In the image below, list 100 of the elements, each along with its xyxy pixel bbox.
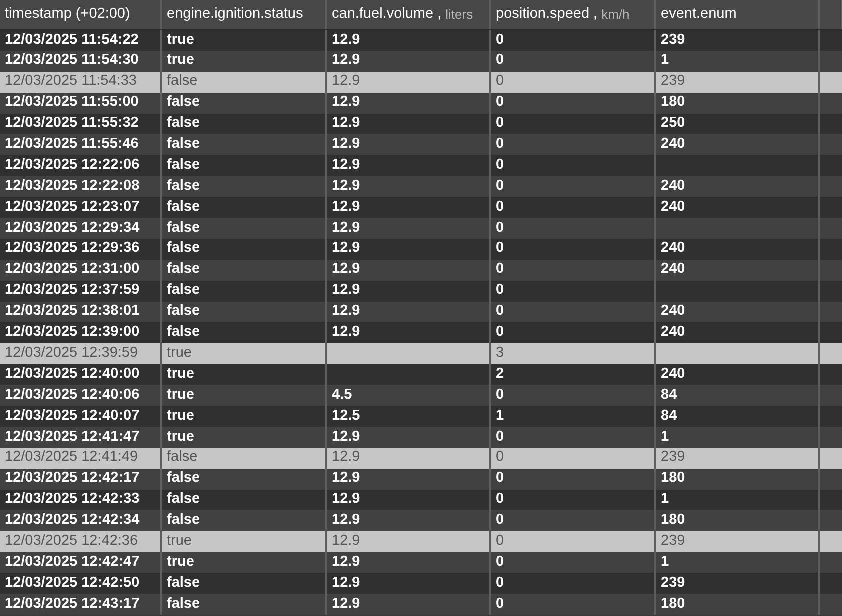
table-cell-text: 12.9 bbox=[332, 511, 360, 530]
table-cell-text: 240 bbox=[661, 364, 686, 384]
table-cell-text: 12.9 bbox=[332, 51, 360, 70]
table-cell-text: 0 bbox=[496, 72, 504, 92]
table-cell-text: 12.9 bbox=[332, 469, 360, 488]
table-cell-text: false bbox=[167, 511, 200, 530]
table-cell-text: 12.9 bbox=[332, 239, 360, 258]
table-cell-text: 12.5 bbox=[332, 406, 360, 426]
table-cell-text: 12/03/2025 12:40:07 bbox=[5, 406, 140, 426]
table-cell-text: 0 bbox=[496, 323, 504, 342]
table-cell-text: false bbox=[167, 260, 200, 280]
table-cell-text: 12.9 bbox=[332, 552, 360, 572]
table-cell-text: 12/03/2025 12:41:49 bbox=[5, 448, 138, 468]
table-cell-text: 12/03/2025 12:40:00 bbox=[5, 364, 140, 384]
table-cell-text: 250 bbox=[661, 114, 686, 134]
table-cell-text: 12/03/2025 12:42:33 bbox=[5, 490, 140, 510]
table-cell-text: 12/03/2025 12:29:34 bbox=[5, 218, 140, 238]
table-cell-text: 12.9 bbox=[332, 428, 360, 446]
table-cell-text: 0 bbox=[496, 198, 504, 217]
table-cell-text: 12.9 bbox=[332, 594, 360, 614]
table-cell-text: 0 bbox=[496, 260, 504, 280]
table-cell-text: false bbox=[167, 72, 198, 92]
table-cell-text: 12/03/2025 12:31:00 bbox=[5, 260, 140, 280]
table-cell-text: true bbox=[167, 428, 194, 446]
table-cell-text: 12/03/2025 12:43:17 bbox=[5, 594, 140, 614]
table-cell-text: 12.9 bbox=[332, 176, 360, 196]
table-cell-text: 239 bbox=[661, 574, 686, 593]
table-cell-text: 84 bbox=[661, 386, 678, 405]
table-cell-text: 0 bbox=[496, 532, 504, 551]
table-cell-text: true bbox=[167, 386, 194, 405]
table-cell-text: false bbox=[167, 594, 200, 614]
table-cell-text: 0 bbox=[496, 490, 504, 510]
table-cell-text: 1 bbox=[661, 51, 670, 70]
table-cell-text: true bbox=[167, 406, 194, 426]
table-cell-text: 12.9 bbox=[332, 260, 360, 280]
table-cell-text: true bbox=[167, 51, 194, 70]
table-cell-text: 0 bbox=[496, 511, 504, 530]
table-cell-text: 240 bbox=[661, 176, 686, 196]
table-cell-text: 3 bbox=[496, 344, 504, 363]
table-cell-text: 239 bbox=[661, 532, 686, 551]
table-cell-text: 12.9 bbox=[332, 323, 360, 342]
table-cell-text: 12.9 bbox=[332, 93, 360, 112]
table-cell-text: 0 bbox=[496, 93, 504, 112]
table-cell-text: 12.9 bbox=[332, 72, 360, 92]
table-cell-text: 239 bbox=[661, 30, 686, 50]
table-cell-text: 0 bbox=[496, 239, 504, 258]
table-cell-text: 180 bbox=[661, 469, 686, 488]
table-cell-text: false bbox=[167, 156, 200, 175]
table-cell-text: 12/03/2025 12:42:17 bbox=[5, 469, 140, 488]
table-cell-text: 12/03/2025 11:55:32 bbox=[5, 114, 139, 134]
table-cell-text: 0 bbox=[496, 386, 504, 405]
table-cell-text: 12.9 bbox=[332, 281, 360, 300]
table-cell-text: false bbox=[167, 135, 200, 154]
table-cell-text: 84 bbox=[661, 406, 678, 426]
table-cell-text: 0 bbox=[496, 469, 504, 488]
table-cell-text: false bbox=[167, 490, 200, 510]
table-cell-text: 0 bbox=[496, 428, 504, 446]
table-cell-text: 12/03/2025 11:55:00 bbox=[5, 93, 139, 112]
table-cell-text: false bbox=[167, 574, 200, 593]
table-cell-text: 4.5 bbox=[332, 386, 352, 405]
table-cell-text: 12/03/2025 12:38:01 bbox=[5, 302, 140, 322]
table-cell-text: false bbox=[167, 218, 200, 238]
table-cell-text: false bbox=[167, 114, 200, 134]
table-cell-text: 240 bbox=[661, 239, 686, 258]
table-cell-text: 239 bbox=[661, 72, 686, 92]
table-cell-text: 0 bbox=[496, 114, 504, 134]
table-cell-text: 240 bbox=[661, 260, 686, 280]
table-cell-text: 0 bbox=[496, 135, 504, 154]
table-cell-text: 1 bbox=[661, 428, 670, 446]
table-cell-text: 12/03/2025 12:22:08 bbox=[5, 176, 140, 196]
table-cell-text: 12/03/2025 11:54:33 bbox=[5, 72, 137, 92]
table-cell-text: false bbox=[167, 176, 200, 196]
table-cell-text: false bbox=[167, 323, 200, 342]
table-cell-text: false bbox=[167, 198, 200, 217]
table-cell-text: 0 bbox=[496, 302, 504, 322]
table-cell-text: 12/03/2025 12:29:36 bbox=[5, 239, 140, 258]
table-cell-text: 12/03/2025 12:42:50 bbox=[5, 574, 140, 593]
table-cell-text: 240 bbox=[661, 302, 686, 322]
table-cell-text: 12/03/2025 12:41:47 bbox=[5, 428, 140, 446]
table-cell-text: 12/03/2025 12:42:34 bbox=[5, 511, 140, 530]
table-cell-text: 240 bbox=[661, 198, 686, 217]
table-cell-text: true bbox=[167, 552, 194, 572]
table-cell-text: 12/03/2025 11:55:46 bbox=[5, 135, 139, 154]
table-cell-text: 1 bbox=[661, 552, 670, 572]
table-cell-text: 0 bbox=[496, 281, 504, 300]
table-cell-text: 12/03/2025 12:37:59 bbox=[5, 281, 140, 300]
table-cell-text: 12/03/2025 12:23:07 bbox=[5, 198, 140, 217]
table-cell-text: 12/03/2025 12:40:06 bbox=[5, 386, 140, 405]
table-cell-text: 0 bbox=[496, 30, 504, 50]
table-cell-text: 12/03/2025 11:54:22 bbox=[5, 30, 139, 50]
table-cell-text: 12.9 bbox=[332, 218, 360, 238]
table-cell-text: 180 bbox=[661, 594, 686, 614]
table-cell-text: 12/03/2025 12:42:36 bbox=[5, 532, 138, 551]
table-cell-text: false bbox=[167, 302, 200, 322]
table-cell-text: true bbox=[167, 344, 192, 363]
table-cell-text: 240 bbox=[661, 135, 686, 154]
table-cell-text: 1 bbox=[496, 406, 504, 426]
table-cell-text: false bbox=[167, 93, 200, 112]
table-cell-text: 0 bbox=[496, 448, 504, 468]
table-cell-text: 12.9 bbox=[332, 198, 360, 217]
